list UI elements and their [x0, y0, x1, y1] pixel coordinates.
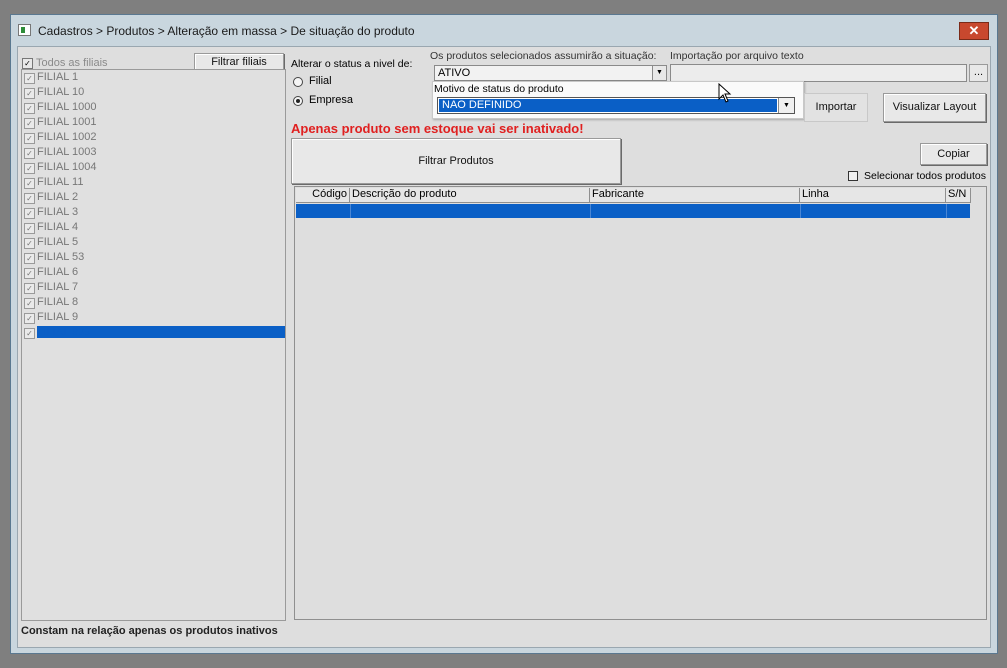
situation-select[interactable]: ATIVO ▼	[434, 65, 667, 81]
branch-item[interactable]: ✓ FILIAL 1000	[22, 101, 285, 116]
branch-label: FILIAL 9	[37, 311, 79, 323]
reason-select[interactable]: NAO DEFINIDO ▼	[437, 97, 795, 114]
branch-checkbox[interactable]: ✓	[24, 238, 35, 249]
radio-empresa[interactable]	[293, 96, 303, 106]
branch-checkbox[interactable]: ✓	[24, 313, 35, 324]
radio-filial[interactable]	[293, 77, 303, 87]
import-file-input[interactable]	[670, 64, 967, 82]
status-level-group: Alterar o status a nivel de: Filial Empr…	[287, 54, 431, 116]
branch-checkbox[interactable]: ✓	[24, 103, 35, 114]
branch-item[interactable]: ✓ FILIAL 5	[22, 236, 285, 251]
branch-label: FILIAL 8	[37, 296, 79, 308]
chevron-down-icon[interactable]: ▼	[652, 66, 666, 80]
branch-item[interactable]: ✓ FILIAL 10	[22, 86, 285, 101]
branch-item[interactable]: ✓ FILIAL 1	[22, 71, 285, 86]
copy-button[interactable]: Copiar	[920, 143, 987, 165]
branch-checkbox[interactable]: ✓	[24, 73, 35, 84]
situation-label: Os produtos selecionados assumirão a sit…	[430, 50, 657, 62]
mouse-cursor-icon	[718, 83, 732, 103]
branch-checkbox[interactable]: ✓	[24, 268, 35, 279]
branch-label: FILIAL 1004	[37, 161, 97, 173]
branch-checkbox[interactable]: ✓	[24, 298, 35, 309]
branch-label: FILIAL 3	[37, 206, 79, 218]
view-layout-button[interactable]: Visualizar Layout	[883, 93, 986, 122]
situation-value: ATIVO	[438, 67, 471, 79]
branch-label: FILIAL 5	[37, 236, 79, 248]
branch-checkbox[interactable]: ✓	[24, 163, 35, 174]
branch-item[interactable]: ✓ FILIAL 1004	[22, 161, 285, 176]
branch-item[interactable]: ✓ FILIAL 53	[22, 251, 285, 266]
branch-checkbox[interactable]: ✓	[24, 253, 35, 264]
radio-empresa-label: Empresa	[309, 94, 354, 106]
warning-message: Apenas produto sem estoque vai ser inati…	[291, 121, 584, 136]
window-title: Cadastros > Produtos > Alteração em mass…	[38, 24, 415, 38]
branch-item[interactable]: ✓ FILIAL 6	[22, 266, 285, 281]
column-header-manufacturer[interactable]: Fabricante	[590, 188, 800, 203]
branch-checkbox[interactable]: ✓	[24, 328, 35, 339]
branch-item[interactable]: ✓ FILIAL 11	[22, 176, 285, 191]
branch-item[interactable]: ✓ FILIAL 1003	[22, 146, 285, 161]
branch-checkbox[interactable]: ✓	[24, 178, 35, 189]
column-header-sn[interactable]: S/N	[946, 188, 971, 203]
branch-item[interactable]: ✓ FILIAL 999	[22, 326, 285, 341]
branch-label: FILIAL 1000	[37, 101, 97, 113]
branch-checkbox[interactable]: ✓	[24, 148, 35, 159]
branch-label: FILIAL 2	[37, 191, 79, 203]
reason-label: Motivo de status do produto	[434, 83, 564, 95]
status-level-label: Alterar o status a nivel de:	[291, 58, 413, 70]
branch-label: FILIAL 11	[37, 176, 84, 188]
column-header-code[interactable]: Código	[296, 188, 350, 203]
radio-filial-label: Filial	[309, 75, 332, 87]
client-area: ✓ Todos as filiais Filtrar filiais ✓ FILI…	[17, 46, 991, 648]
main-window: Cadastros > Produtos > Alteração em mass…	[10, 14, 998, 654]
branch-checkbox[interactable]: ✓	[24, 193, 35, 204]
branch-item[interactable]: ✓ FILIAL 8	[22, 296, 285, 311]
reason-panel: Motivo de status do produto NAO DEFINIDO…	[432, 81, 804, 119]
branch-item[interactable]: ✓ FILIAL 3	[22, 206, 285, 221]
chevron-down-icon[interactable]: ▼	[778, 98, 794, 113]
branch-checkbox[interactable]: ✓	[24, 223, 35, 234]
import-button[interactable]: Importar	[804, 93, 868, 122]
branch-label: FILIAL 53	[37, 251, 85, 263]
branch-label: FILIAL 1	[37, 71, 79, 83]
branch-list[interactable]: ✓ FILIAL 1 ✓ FILIAL 10 ✓ FILIAL 1000 ✓ FILIAL 1…	[21, 69, 286, 621]
branch-item[interactable]: ✓ FILIAL 1002	[22, 131, 285, 146]
title-bar[interactable]: Cadastros > Produtos > Alteração em mass…	[11, 15, 997, 45]
branch-item[interactable]: ✓ FILIAL 4	[22, 221, 285, 236]
branch-label: FILIAL 999	[37, 326, 285, 338]
branch-checkbox[interactable]: ✓	[24, 133, 35, 144]
products-table[interactable]: Código Descrição do produto Fabricante L…	[294, 186, 987, 620]
branch-label: FILIAL 1001	[37, 116, 97, 128]
app-icon	[18, 24, 31, 36]
branch-item[interactable]: ✓ FILIAL 2	[22, 191, 285, 206]
branch-label: FILIAL 7	[37, 281, 79, 293]
filter-products-button[interactable]: Filtrar Produtos	[291, 138, 621, 184]
branch-checkbox[interactable]: ✓	[24, 283, 35, 294]
branch-checkbox[interactable]: ✓	[24, 88, 35, 99]
branch-label: FILIAL 10	[37, 86, 85, 98]
import-file-label: Importação por arquivo texto	[670, 50, 804, 62]
column-header-line[interactable]: Linha	[800, 188, 946, 203]
select-all-label: Selecionar todos produtos	[864, 170, 986, 182]
close-button[interactable]: ✕	[959, 22, 989, 40]
select-all-checkbox[interactable]	[848, 171, 858, 181]
branch-label: FILIAL 4	[37, 221, 79, 233]
branch-checkbox[interactable]: ✓	[24, 118, 35, 129]
branch-item[interactable]: ✓ FILIAL 7	[22, 281, 285, 296]
all-branches-checkbox[interactable]: ✓	[22, 58, 33, 69]
branch-label: FILIAL 1002	[37, 131, 97, 143]
table-row[interactable]	[296, 204, 970, 218]
branch-label: FILIAL 1003	[37, 146, 97, 158]
branch-item[interactable]: ✓ FILIAL 1001	[22, 116, 285, 131]
status-bar-text: Constam na relação apenas os produtos in…	[21, 625, 278, 637]
all-branches-label: Todos as filiais	[36, 57, 108, 69]
browse-button[interactable]: ...	[969, 64, 988, 82]
branch-item[interactable]: ✓ FILIAL 9	[22, 311, 285, 326]
column-header-description[interactable]: Descrição do produto	[350, 188, 590, 203]
branch-label: FILIAL 6	[37, 266, 79, 278]
branch-checkbox[interactable]: ✓	[24, 208, 35, 219]
